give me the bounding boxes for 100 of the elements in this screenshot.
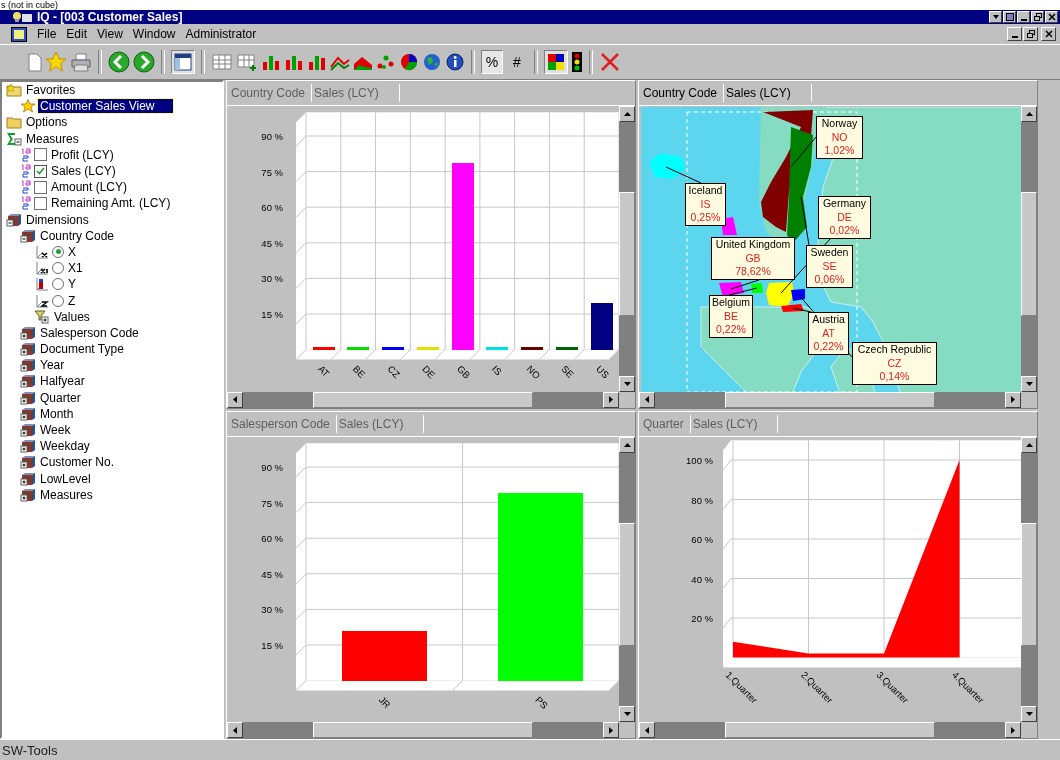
- tree-item[interactable]: Measures: [24, 131, 81, 146]
- cube-icon: [20, 358, 36, 373]
- grid-icon[interactable]: [211, 52, 233, 72]
- scrollbar-thumb[interactable]: [619, 522, 635, 646]
- panel-header-field[interactable]: Sales (LCY): [724, 84, 812, 102]
- minimize-button[interactable]: [1017, 11, 1030, 23]
- country-region[interactable]: [751, 283, 763, 293]
- axis-category-label: GB: [455, 363, 473, 381]
- tree-item[interactable]: Salesperson Code: [38, 325, 141, 340]
- tree-item[interactable]: Customer Sales View: [38, 99, 173, 114]
- restore-button[interactable]: [1031, 11, 1044, 23]
- right-arrow-icon: [1011, 396, 1015, 403]
- radio-button[interactable]: [52, 262, 64, 275]
- tree-item-label[interactable]: Z: [66, 293, 78, 308]
- document-window-icon[interactable]: [11, 26, 27, 42]
- scroll-left-button[interactable]: [227, 391, 243, 408]
- menu-item[interactable]: View: [97, 27, 123, 41]
- axis-icon: [34, 244, 50, 259]
- country-code: BE: [724, 309, 738, 323]
- scroll-left-button[interactable]: [639, 722, 655, 738]
- scroll-right-button[interactable]: [603, 722, 619, 738]
- scroll-right-button[interactable]: [603, 391, 619, 408]
- close-icon[interactable]: [599, 51, 621, 73]
- scroll-down-button[interactable]: [1021, 706, 1037, 722]
- radio-button[interactable]: [52, 245, 64, 258]
- restore-button[interactable]: [1023, 27, 1038, 41]
- panel-header-field[interactable]: Sales (LCY): [690, 414, 779, 433]
- axis-tick-label: 75 %: [261, 166, 283, 178]
- scrollbar-thumb[interactable]: [725, 722, 935, 738]
- axis-category-label: IS: [489, 363, 504, 378]
- close-button[interactable]: [1041, 27, 1056, 41]
- info-icon[interactable]: [445, 52, 465, 72]
- menu-item[interactable]: Edit: [66, 27, 88, 41]
- traffic-light-icon[interactable]: [571, 51, 583, 73]
- tree-item[interactable]: Amount (LCY): [49, 180, 130, 195]
- panel-header-field[interactable]: Country Code: [641, 84, 725, 102]
- scroll-right-button[interactable]: [1005, 722, 1021, 738]
- tile-button[interactable]: [1003, 11, 1016, 23]
- percent-toggle[interactable]: %: [481, 50, 503, 74]
- star-icon[interactable]: [45, 51, 67, 73]
- grid-add-icon[interactable]: [236, 52, 258, 72]
- cube-icon: [20, 471, 36, 486]
- tree-item[interactable]: Document Type: [38, 342, 126, 357]
- radio-button[interactable]: [52, 278, 64, 291]
- tree-item[interactable]: Profit (LCY): [49, 147, 116, 162]
- scrollbar-thumb[interactable]: [313, 391, 533, 408]
- country-region[interactable]: [781, 304, 804, 312]
- pie-chart-icon[interactable]: [399, 52, 419, 72]
- menu-item[interactable]: Window: [132, 27, 176, 41]
- panel-header-field[interactable]: Country Code: [229, 84, 313, 102]
- checkbox[interactable]: [34, 196, 47, 210]
- tree-item[interactable]: Dimensions: [24, 212, 91, 227]
- menu-item[interactable]: Administrator: [185, 27, 257, 41]
- scrollbar-thumb[interactable]: [1021, 192, 1037, 316]
- tree-item[interactable]: Measures: [38, 487, 95, 502]
- menu-item[interactable]: File: [37, 27, 57, 41]
- tree-item[interactable]: Values: [52, 309, 92, 324]
- cube-icon: [20, 374, 36, 389]
- tree-item-label[interactable]: X: [66, 244, 78, 259]
- panel-header-field[interactable]: Sales (LCY): [312, 84, 400, 102]
- tree-item[interactable]: Options: [24, 115, 70, 130]
- checkbox[interactable]: [34, 180, 47, 194]
- checkbox[interactable]: [34, 164, 47, 178]
- country-code: DE: [837, 210, 852, 224]
- panel-header-field[interactable]: Quarter: [641, 414, 691, 433]
- tree-item[interactable]: Quarter: [38, 390, 83, 405]
- scroll-up-button[interactable]: [1021, 106, 1037, 122]
- printer-icon[interactable]: [70, 52, 92, 72]
- tree-item[interactable]: Weekday: [38, 439, 92, 454]
- tree-item[interactable]: Country Code: [38, 228, 117, 243]
- tree-item[interactable]: Sales (LCY): [49, 164, 118, 179]
- menu-button[interactable]: [989, 11, 1002, 23]
- tree-item[interactable]: Halfyear: [38, 374, 87, 389]
- tree-item[interactable]: Year: [38, 358, 67, 373]
- tree-item[interactable]: Favorites: [24, 83, 78, 98]
- scroll-down-button[interactable]: [619, 706, 635, 722]
- panel-header-field[interactable]: Salesperson Code: [229, 414, 337, 433]
- tree-item[interactable]: Month: [38, 406, 76, 421]
- panel-header-field[interactable]: Sales (LCY): [336, 414, 425, 433]
- tree-item[interactable]: LowLevel: [38, 471, 93, 486]
- tree-item[interactable]: Customer No.: [38, 455, 117, 470]
- country-region[interactable]: [791, 289, 805, 301]
- scroll-up-button[interactable]: [619, 106, 635, 122]
- checkbox[interactable]: [34, 148, 47, 162]
- cube-icon: [20, 390, 36, 405]
- minimize-button[interactable]: [1007, 27, 1022, 41]
- new-document-icon[interactable]: [28, 52, 42, 72]
- tree-item[interactable]: Remaining Amt. (LCY): [49, 196, 173, 211]
- tree-item-label[interactable]: X1: [66, 261, 85, 276]
- close-button[interactable]: [1045, 11, 1058, 23]
- color-grid-icon[interactable]: [544, 50, 568, 74]
- scrollbar-thumb[interactable]: [1021, 522, 1037, 646]
- tree-item-label[interactable]: Y: [66, 277, 78, 292]
- scrollbar-thumb[interactable]: [619, 192, 635, 316]
- radio-button[interactable]: [52, 294, 64, 307]
- scroll-left-button[interactable]: [227, 722, 243, 738]
- scrollbar-thumb[interactable]: [313, 722, 533, 738]
- country-code: NO: [831, 130, 848, 144]
- layout-icon[interactable]: [171, 50, 195, 74]
- tree-item[interactable]: Week: [38, 423, 73, 438]
